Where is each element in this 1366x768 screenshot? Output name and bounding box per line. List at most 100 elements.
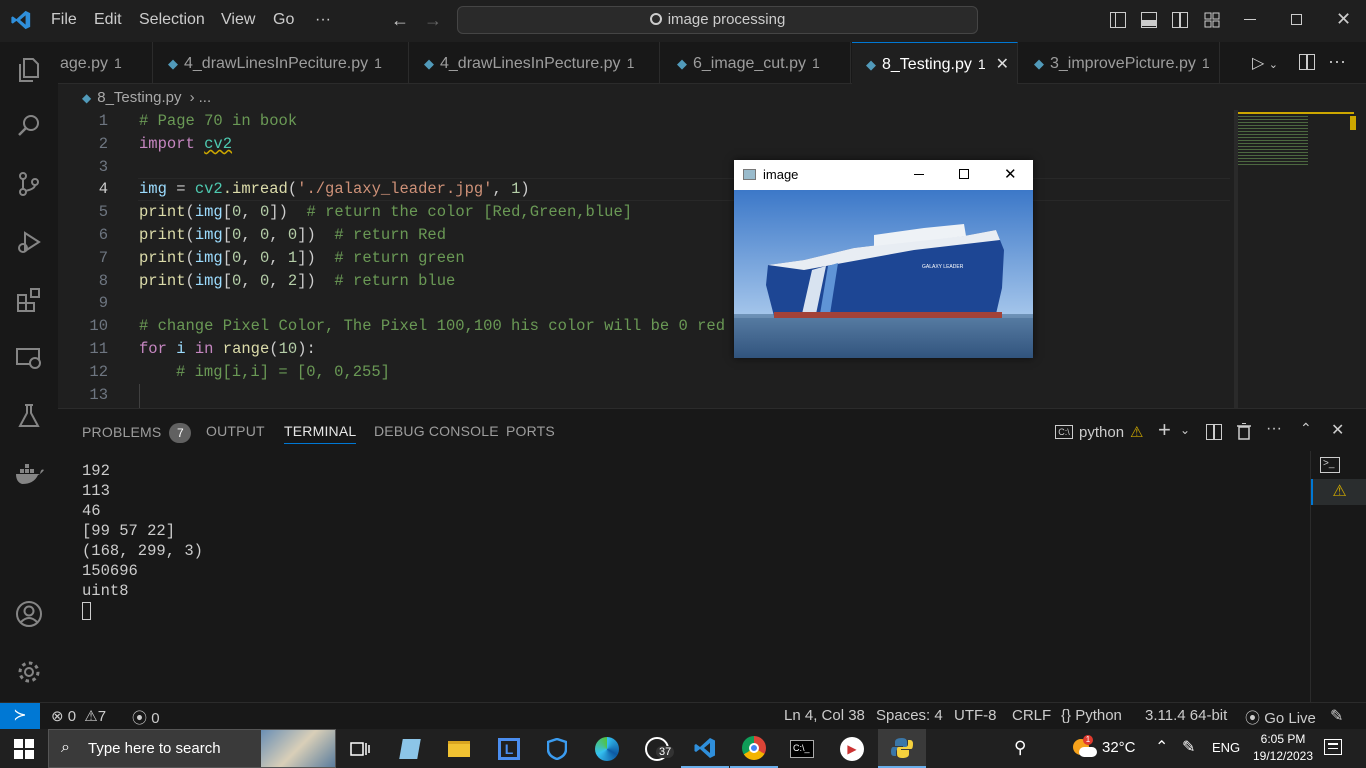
menu-go[interactable]: Go — [273, 0, 294, 40]
notepad-app-icon[interactable] — [386, 729, 434, 768]
panel-tab-ports[interactable]: PORTS — [506, 423, 555, 443]
split-terminal-icon[interactable] — [1206, 424, 1222, 440]
tab-8-testing[interactable]: ◆ 8_Testing.py 1 ✕ — [852, 42, 1018, 84]
show-hidden-icons-chevron-icon[interactable]: ⌃ — [1155, 737, 1168, 757]
search-sidebar-icon[interactable] — [0, 98, 58, 154]
settings-gear-icon[interactable] — [0, 644, 58, 700]
more-actions-icon[interactable]: ··· — [1266, 420, 1282, 438]
breadcrumb-symbols[interactable]: ... — [199, 89, 212, 106]
extensions-icon[interactable] — [0, 272, 58, 328]
command-center-search[interactable]: image processing — [457, 6, 978, 34]
notifications-icon[interactable]: ✎ — [1330, 706, 1343, 726]
tab-close-icon[interactable]: ✕ — [996, 56, 1009, 73]
line-endings[interactable]: CRLF — [1012, 707, 1051, 724]
tab-drawlinesinpeciture[interactable]: ◆ 4_drawLinesInPeciture.py 1 — [154, 42, 409, 84]
tab-age-py[interactable]: age.py 1 — [58, 42, 153, 84]
image-window-minimize-icon[interactable] — [914, 174, 924, 175]
close-panel-icon[interactable]: ✕ — [1331, 420, 1344, 440]
source-control-icon[interactable] — [0, 156, 58, 212]
tab-image-cut[interactable]: ◆ 6_image_cut.py 1 — [663, 42, 851, 84]
action-center-icon[interactable] — [1324, 739, 1342, 755]
toggle-panel-icon[interactable] — [1141, 12, 1157, 28]
more-actions-icon[interactable]: ··· — [1328, 51, 1346, 72]
close-window-icon[interactable]: ✕ — [1336, 9, 1351, 30]
edge-browser-icon[interactable] — [583, 729, 631, 768]
run-and-debug-icon[interactable] — [0, 214, 58, 270]
go-live-button[interactable]: ⦿ Go Live — [1245, 707, 1316, 728]
menu-selection[interactable]: Selection — [139, 0, 205, 40]
testing-icon[interactable] — [0, 388, 58, 444]
run-file-icon[interactable]: ▷ ⌄ — [1252, 53, 1278, 73]
python-interpreter[interactable]: 3.11.4 64-bit — [1145, 707, 1227, 724]
chrome-icon[interactable] — [730, 729, 778, 768]
toggle-primary-sidebar-icon[interactable] — [1110, 12, 1126, 28]
chevron-down-icon[interactable]: ⌄ — [1180, 423, 1190, 437]
whatsapp-icon[interactable]: 37 — [633, 729, 681, 768]
weather-icon[interactable]: 1 — [1069, 735, 1097, 761]
input-language[interactable]: ENG — [1212, 740, 1240, 755]
image-window-close-icon[interactable]: ✕ — [1004, 165, 1017, 183]
python-taskbar-icon[interactable] — [878, 729, 926, 768]
file-encoding[interactable]: UTF-8 — [954, 707, 997, 724]
opencv-image-window[interactable]: image ✕ GALAXY LEADER — [734, 160, 1033, 358]
remote-indicator-icon[interactable]: ≻ — [0, 703, 40, 729]
panel-tab-output[interactable]: OUTPUT — [206, 423, 265, 443]
cursor-position[interactable]: Ln 4, Col 38 — [784, 707, 865, 724]
image-window-maximize-icon[interactable] — [959, 169, 969, 179]
weather-temperature[interactable]: 32°C — [1102, 739, 1136, 756]
vscode-taskbar-icon[interactable] — [681, 729, 729, 768]
people-icon[interactable]: ⚲ — [1014, 738, 1026, 758]
search-text: image processing — [667, 11, 786, 28]
back-arrow-icon[interactable]: ← — [391, 10, 409, 31]
terminal-selector[interactable]: C:\ python ⚠ — [1055, 421, 1144, 443]
pen-icon[interactable]: ✎ — [1182, 737, 1195, 757]
language-mode[interactable]: {} Python — [1061, 707, 1122, 724]
security-app-icon[interactable] — [533, 729, 581, 768]
menu-file[interactable]: File — [51, 0, 77, 40]
taskbar-search-box[interactable]: ⌕ Type here to search — [48, 729, 336, 768]
maximize-panel-icon[interactable]: ⌃ — [1300, 420, 1312, 437]
accounts-icon[interactable] — [0, 586, 58, 642]
terminal-output[interactable]: 192 113 46 [99 57 22] (168, 299, 3) 1506… — [82, 461, 203, 620]
menu-view[interactable]: View — [221, 0, 255, 40]
problems-status[interactable]: ⊗ 0 ⚠7 — [51, 707, 106, 725]
minimap[interactable] — [1234, 110, 1356, 408]
tab-improvepicture[interactable]: ◆ 3_improvePicture.py 1 — [1020, 42, 1220, 84]
ship-name-text: GALAXY LEADER — [922, 264, 964, 270]
forward-arrow-icon[interactable]: → — [424, 10, 442, 31]
terminal-warning-icon[interactable]: ⚠ — [1311, 479, 1366, 505]
ports-status[interactable]: ⦿ 0 — [132, 707, 160, 728]
clock[interactable]: 6:05 PM 19/12/2023 — [1250, 731, 1316, 765]
image-window-titlebar[interactable]: image ✕ — [734, 160, 1033, 190]
menu-more[interactable]: ··· — [315, 0, 331, 40]
indentation[interactable]: Spaces: 4 — [876, 707, 943, 724]
tab-drawlinesinpecture[interactable]: ◆ 4_drawLinesInPecture.py 1 — [410, 42, 660, 84]
minimize-icon[interactable] — [1244, 19, 1256, 20]
docker-icon[interactable] — [0, 446, 58, 502]
breadcrumb-file[interactable]: 8_Testing.py — [97, 89, 181, 106]
code-editor[interactable]: 1 2 3 4 5 6 7 8 9 10 11 12 13 # Page 70 … — [58, 110, 1234, 408]
code-line: # Page 70 in book — [139, 112, 298, 130]
command-prompt-icon[interactable]: C:\_ — [778, 729, 826, 768]
media-player-icon[interactable]: ▶ — [828, 729, 876, 768]
split-editor-icon[interactable] — [1299, 54, 1315, 70]
windows-start-icon[interactable] — [14, 739, 34, 759]
editor-app-icon[interactable]: L — [485, 729, 533, 768]
panel-tab-problems[interactable]: PROBLEMS 7 — [82, 423, 192, 443]
title-bar: File Edit Selection View Go ··· ← → imag… — [0, 0, 1366, 42]
kill-terminal-icon[interactable] — [1237, 423, 1251, 440]
customize-layout-icon[interactable] — [1204, 12, 1220, 28]
problems-count-badge: 7 — [169, 423, 192, 443]
remote-explorer-icon[interactable] — [0, 330, 58, 386]
new-terminal-icon[interactable]: + — [1158, 417, 1171, 443]
panel-tab-debug-console[interactable]: DEBUG CONSOLE — [374, 423, 499, 443]
code-line: print(img[0, 0, 0]) # return Red — [139, 226, 447, 244]
panel-tab-terminal[interactable]: TERMINAL — [284, 423, 357, 444]
menu-edit[interactable]: Edit — [94, 0, 122, 40]
toggle-secondary-sidebar-icon[interactable] — [1172, 12, 1188, 28]
task-view-icon[interactable] — [336, 729, 384, 768]
restore-icon[interactable] — [1291, 14, 1302, 25]
terminal-instance-icon[interactable]: >_ — [1320, 457, 1340, 473]
file-explorer-icon[interactable] — [435, 729, 483, 768]
explorer-icon[interactable] — [0, 42, 58, 98]
